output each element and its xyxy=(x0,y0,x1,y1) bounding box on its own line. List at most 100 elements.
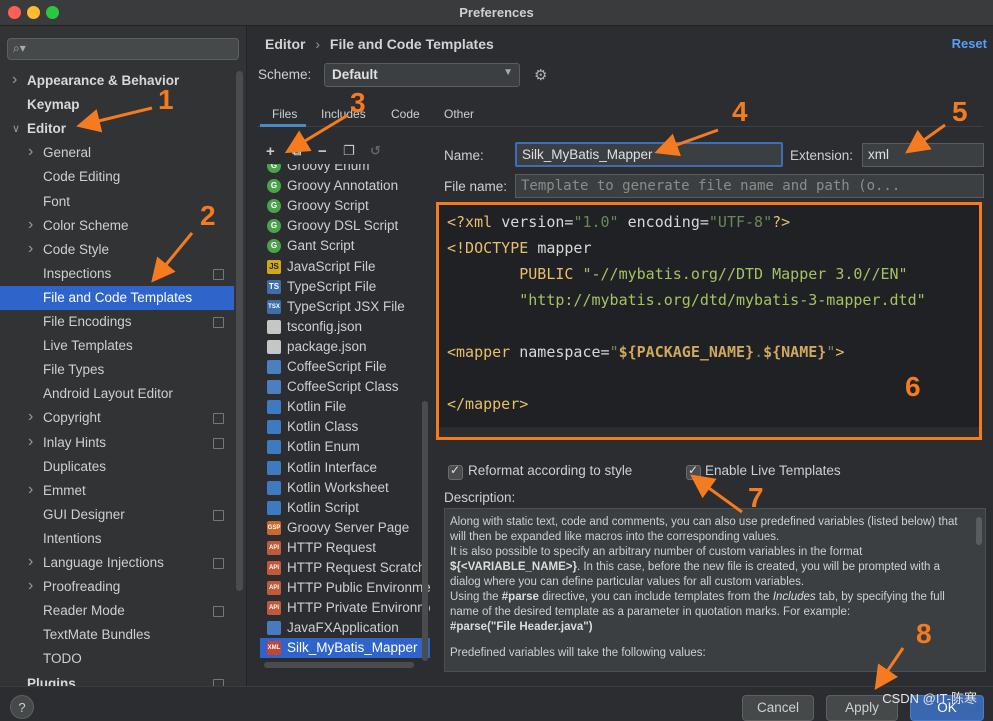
template-list-item[interactable]: TS TypeScript File xyxy=(260,277,430,297)
breadcrumb-editor[interactable]: Editor xyxy=(265,36,305,52)
sidebar-item-textmate-bundles[interactable]: TextMate Bundles xyxy=(0,623,234,647)
sidebar-item-font[interactable]: Font xyxy=(0,190,234,214)
template-list-item[interactable]: API HTTP Private Environment xyxy=(260,598,430,618)
template-list-item[interactable]: JS JavaScript File xyxy=(260,257,430,277)
chevron-right-icon[interactable]: › xyxy=(28,574,33,598)
reformat-checkbox[interactable]: ✓ xyxy=(448,463,463,480)
template-list-item[interactable]: API HTTP Request xyxy=(260,538,430,558)
template-list-item[interactable]: API HTTP Request Scratch xyxy=(260,558,430,578)
sidebar-item-file-encodings[interactable]: File Encodings xyxy=(0,310,234,334)
template-list-item[interactable]: Kotlin Interface xyxy=(260,458,430,478)
sidebar-item-proofreading[interactable]: › Proofreading xyxy=(0,575,234,599)
groovy-file-icon: G xyxy=(267,179,281,194)
sidebar-item-inspections[interactable]: Inspections xyxy=(0,262,234,286)
template-list-item[interactable]: package.json xyxy=(260,337,430,357)
gear-icon[interactable]: ⚙ xyxy=(534,66,547,84)
template-code-editor[interactable]: <?xml version="1.0" encoding="UTF-8"?> <!… xyxy=(436,202,982,440)
sidebar-item-language-injections[interactable]: › Language Injections xyxy=(0,551,234,575)
sidebar-item-intentions[interactable]: Intentions xyxy=(0,527,234,551)
sidebar-scrollbar[interactable] xyxy=(236,71,243,591)
code-token: <?xml xyxy=(447,213,502,231)
sidebar-item-general[interactable]: › General xyxy=(0,141,234,165)
code-token: " xyxy=(609,343,619,361)
chevron-right-icon[interactable]: › xyxy=(28,478,33,502)
sidebar-item-appearance-behavior[interactable]: › Appearance & Behavior xyxy=(0,69,234,93)
chevron-right-icon[interactable]: › xyxy=(28,237,33,261)
sidebar-item-color-scheme[interactable]: › Color Scheme xyxy=(0,214,234,238)
template-list-item[interactable]: G Groovy Script xyxy=(260,196,430,216)
template-list-item[interactable]: G Groovy DSL Script xyxy=(260,216,430,236)
template-list-item[interactable]: XML Silk_MyBatis_Mapper xyxy=(260,638,430,659)
breadcrumb: Editor › File and Code Templates xyxy=(265,36,494,52)
sidebar-item-duplicates[interactable]: Duplicates xyxy=(0,455,234,479)
template-list-item[interactable]: TSX TypeScript JSX File xyxy=(260,297,430,317)
description-text: Along with static text, code and comment… xyxy=(450,515,970,661)
sidebar-item-emmet[interactable]: › Emmet xyxy=(0,479,234,503)
template-name-input[interactable]: Silk_MyBatis_Mapper xyxy=(515,142,783,167)
copy-template-icon[interactable]: ⧉ xyxy=(292,143,301,159)
sidebar-item-code-style[interactable]: › Code Style xyxy=(0,238,234,262)
sidebar-item-todo[interactable]: TODO xyxy=(0,647,234,671)
sidebar-item-file-types[interactable]: File Types xyxy=(0,358,234,382)
remove-icon[interactable]: − xyxy=(318,143,327,160)
chevron-down-icon[interactable]: ∨ xyxy=(12,117,20,141)
sidebar-item-editor[interactable]: ∨ Editor xyxy=(0,117,234,141)
template-list-item[interactable]: API HTTP Public Environment xyxy=(260,578,430,598)
chevron-right-icon[interactable]: › xyxy=(28,430,33,454)
cancel-button[interactable]: Cancel xyxy=(742,695,814,721)
file-name-input[interactable]: Template to generate file name and path … xyxy=(515,174,984,198)
settings-search-input[interactable]: ⌕▾ xyxy=(7,38,239,60)
chevron-right-icon[interactable]: › xyxy=(28,550,33,574)
sidebar-item-gui-designer[interactable]: GUI Designer xyxy=(0,503,234,527)
chevron-right-icon[interactable]: › xyxy=(28,140,33,164)
template-list-vscrollbar[interactable] xyxy=(422,401,428,661)
sidebar-item-code-editing[interactable]: Code Editing xyxy=(0,165,234,189)
code-line: PUBLIC "-//mybatis.org//DTD Mapper 3.0//… xyxy=(447,265,907,283)
reset-link[interactable]: Reset xyxy=(952,36,987,51)
sidebar-item-inlay-hints[interactable]: › Inlay Hints xyxy=(0,431,234,455)
sidebar-item-copyright[interactable]: › Copyright xyxy=(0,406,234,430)
template-list-item[interactable]: CoffeeScript File xyxy=(260,357,430,377)
chevron-right-icon[interactable]: › xyxy=(28,405,33,429)
add-icon[interactable]: + xyxy=(266,143,275,160)
template-list-item[interactable]: Kotlin Class xyxy=(260,417,430,437)
sidebar-item-label: Code Editing xyxy=(43,169,121,185)
duplicate-icon[interactable]: ❐ xyxy=(343,143,355,159)
code-token: . xyxy=(754,343,764,361)
tab-files[interactable]: Files xyxy=(272,107,297,121)
sidebar-item-live-templates[interactable]: Live Templates xyxy=(0,334,234,358)
template-list-item[interactable]: CoffeeScript Class xyxy=(260,377,430,397)
template-list-item[interactable]: JavaFXApplication xyxy=(260,618,430,638)
description-scrollbar[interactable] xyxy=(976,517,982,545)
chevron-right-icon[interactable]: › xyxy=(28,213,33,237)
template-list-item[interactable]: Kotlin Enum xyxy=(260,437,430,457)
code-token: "http://mybatis.org/dtd/mybatis-3-mapper… xyxy=(447,291,926,309)
help-button[interactable]: ? xyxy=(10,695,34,719)
template-list-item[interactable]: Kotlin Worksheet xyxy=(260,478,430,498)
sidebar-item-reader-mode[interactable]: Reader Mode xyxy=(0,599,234,623)
template-list-hscrollbar[interactable] xyxy=(264,662,414,668)
template-list-item[interactable]: GSP Groovy Server Page xyxy=(260,518,430,538)
tab-other[interactable]: Other xyxy=(444,107,474,121)
editor-hscrollbar[interactable] xyxy=(439,427,979,437)
sidebar-item-label: Font xyxy=(43,193,71,209)
chevron-right-icon[interactable]: › xyxy=(12,68,17,92)
live-templates-checkbox[interactable]: ✓ xyxy=(686,463,701,480)
sidebar-item-android-layout-editor[interactable]: Android Layout Editor xyxy=(0,382,234,406)
sidebar-item-label: File and Code Templates xyxy=(43,289,193,305)
tab-code[interactable]: Code xyxy=(391,107,420,121)
template-list-item[interactable]: Kotlin Script xyxy=(260,498,430,518)
sidebar-item-file-and-code-templates[interactable]: File and Code Templates xyxy=(0,285,234,310)
sidebar-item-keymap[interactable]: Keymap xyxy=(0,93,234,117)
extension-input[interactable]: xml xyxy=(862,143,984,167)
scheme-value: Default xyxy=(332,67,378,82)
template-list-item[interactable]: Kotlin File xyxy=(260,397,430,417)
scheme-select[interactable]: Default ▼ xyxy=(324,63,520,87)
template-list-item[interactable]: G Gant Script xyxy=(260,236,430,256)
template-list-item[interactable]: G Groovy Annotation xyxy=(260,176,430,196)
template-list-item[interactable]: G Groovy Enum xyxy=(260,164,430,176)
kotlin-file-icon xyxy=(267,420,281,435)
undo-icon[interactable]: ↺ xyxy=(370,143,381,159)
template-list-item[interactable]: tsconfig.json xyxy=(260,317,430,337)
sidebar-item-plugins[interactable]: Plugins xyxy=(0,672,234,686)
